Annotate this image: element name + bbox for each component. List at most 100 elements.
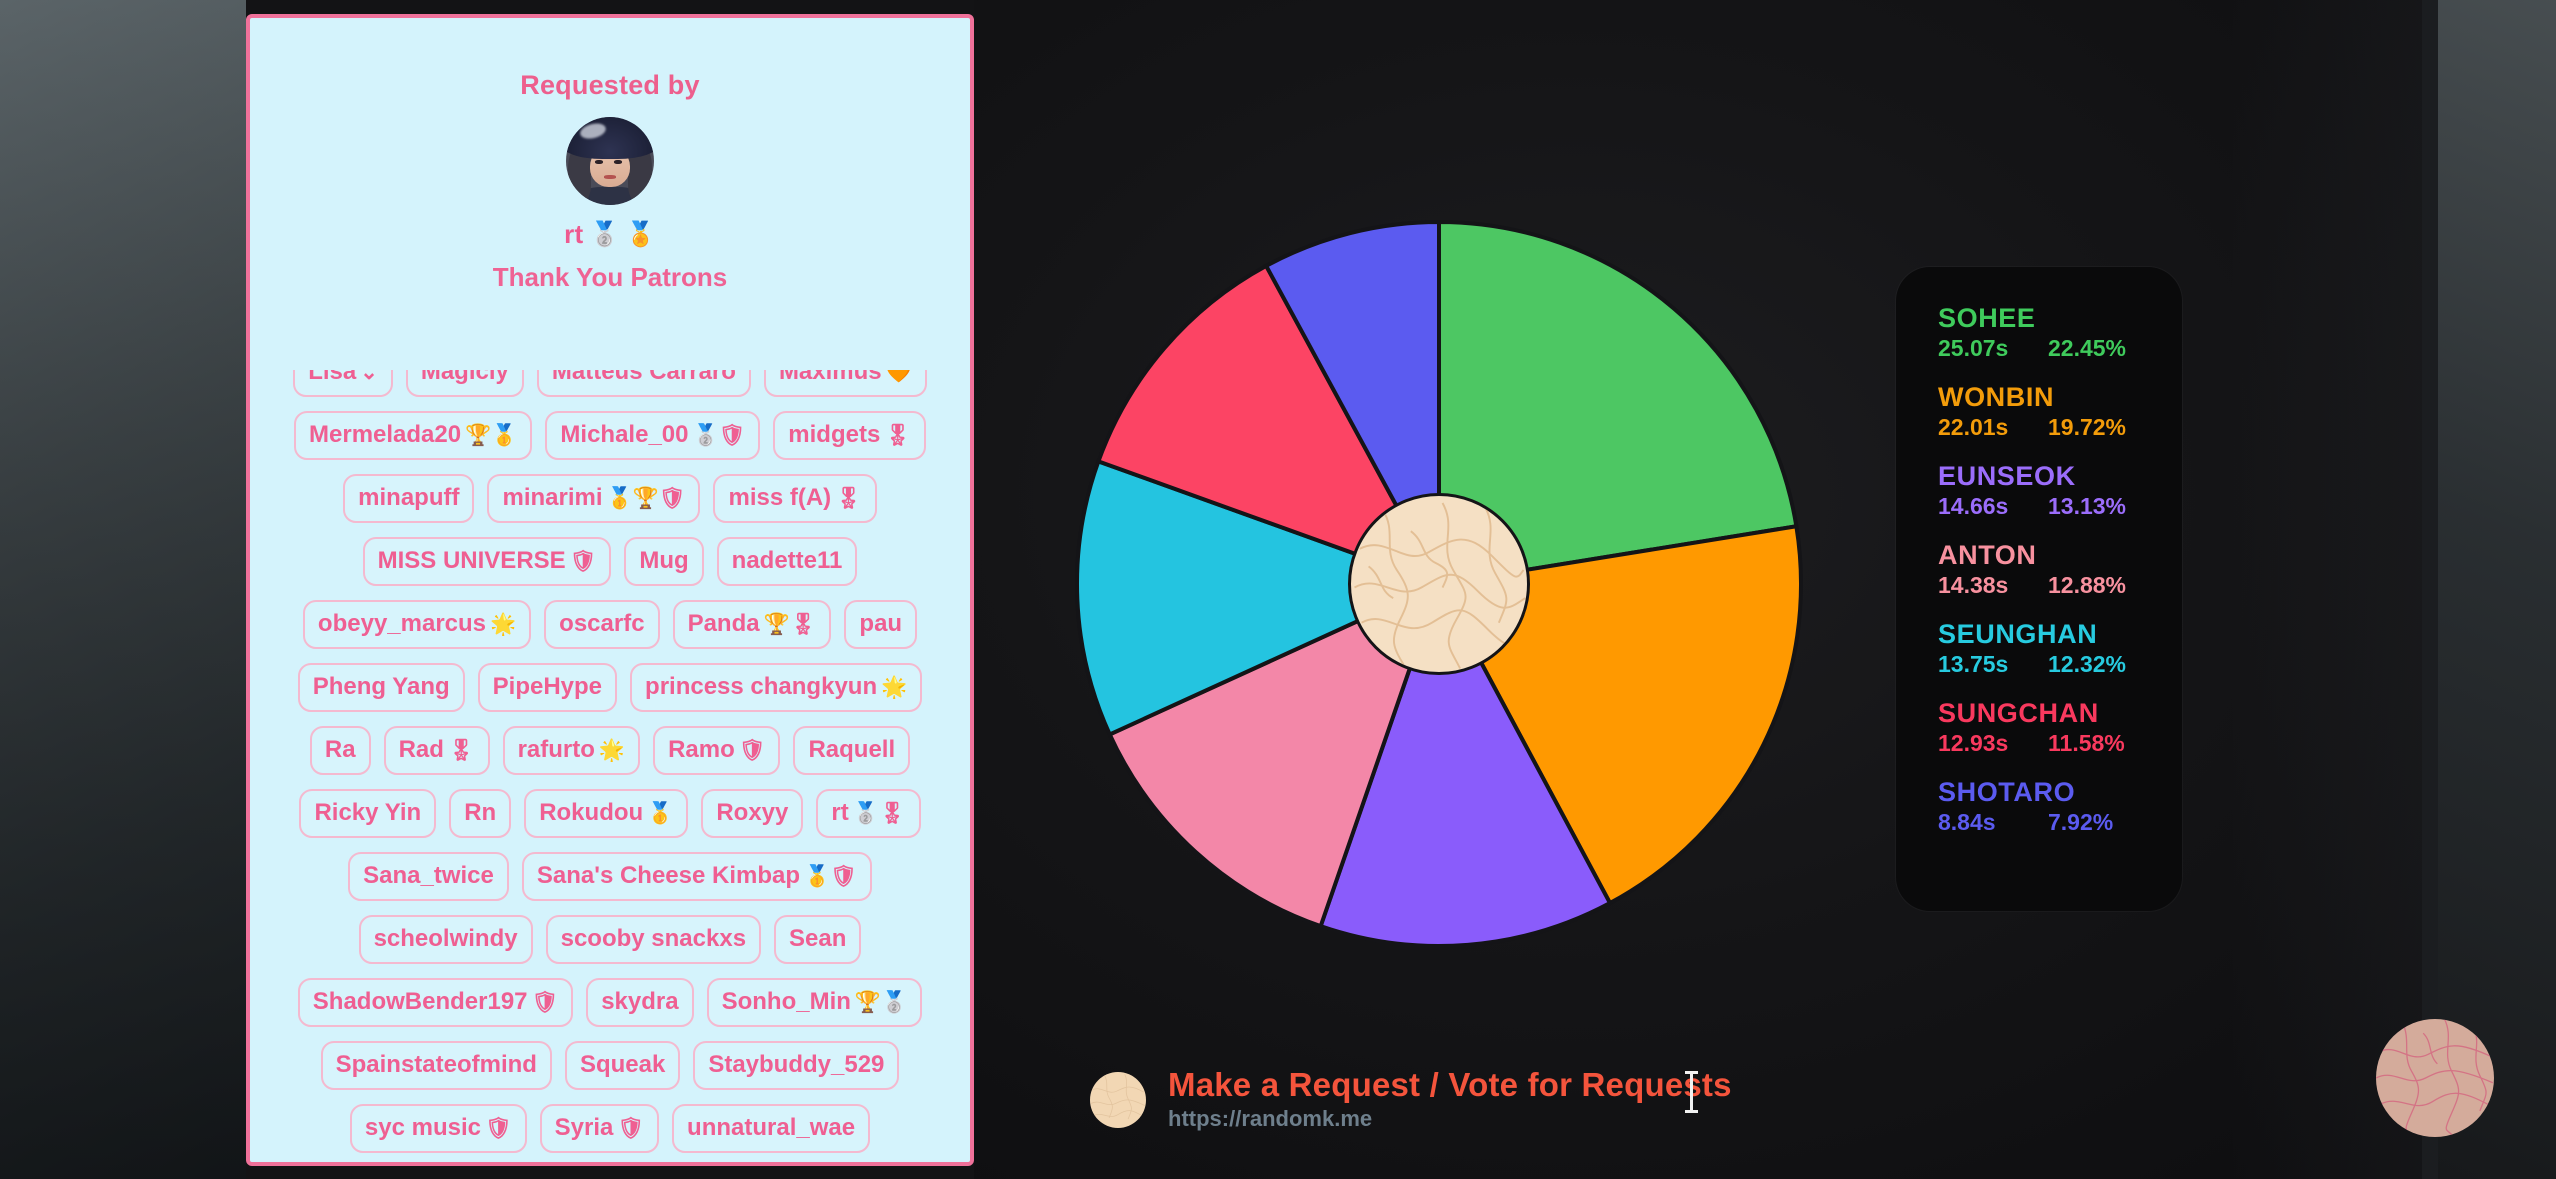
results-leaderboard: SOHEE 25.07s 22.45% WONBIN 22.01s 19.72% EUNSE… <box>1896 267 2182 911</box>
patron-chip-label: princess changkyun <box>645 673 878 700</box>
patron-chip[interactable]: Squeak <box>564 1041 681 1090</box>
patron-chip-label: Rad <box>398 736 444 763</box>
patron-chip[interactable]: Maximus 🧡 <box>763 370 927 397</box>
patron-chip[interactable]: Ra <box>309 726 371 775</box>
patron-chip[interactable]: Mug <box>624 537 704 586</box>
patron-chip[interactable]: minapuff <box>343 474 475 523</box>
footer-logo-icon <box>1090 1072 1146 1129</box>
patron-chip[interactable]: minarimi 🥇🏆🛡 <box>487 474 701 523</box>
patron-chip-label: Squeak <box>579 1051 666 1078</box>
patron-chip[interactable]: Ricky Yin <box>299 789 437 838</box>
leaderboard-name: SOHEE <box>1938 303 2036 333</box>
patron-chip[interactable]: Syria 🛡 <box>539 1104 660 1153</box>
patron-chip[interactable]: Ramo 🛡 <box>653 726 781 775</box>
patron-chip[interactable]: PipeHype <box>477 663 618 712</box>
leaderboard-time: 8.84s <box>1938 809 1996 836</box>
patron-chip-label: oscarfc <box>559 610 645 637</box>
patron-chip[interactable]: Mermelada20 🏆🥇 <box>294 411 533 460</box>
patron-badge-icon: 🛡 <box>484 1116 512 1140</box>
leaderboard-percent: 19.72% <box>2048 414 2127 441</box>
patron-chip[interactable]: nadette11 <box>716 537 858 586</box>
patron-badge-icon: 🏆🥇 <box>465 423 518 447</box>
patron-chip-label: obeyy_marcus <box>317 610 487 637</box>
patron-chip[interactable]: MISS UNIVERSE 🛡 <box>362 537 612 586</box>
leaderboard-percent: 12.32% <box>2048 651 2127 678</box>
patron-badge-icon: 🌟 <box>881 675 908 699</box>
patron-chip-label: Sana's Cheese Kimbap <box>536 862 801 889</box>
leaderboard-name: SUNGCHAN <box>1938 697 2099 728</box>
patron-badge-icon: 🥇 <box>647 801 674 825</box>
patron-chip[interactable]: Spainstateofmind <box>320 1041 552 1090</box>
patron-chip-label: MISS UNIVERSE <box>377 547 566 574</box>
spin-wheel[interactable] <box>1075 220 1803 948</box>
leaderboard-name: WONBIN <box>1938 381 2055 412</box>
patron-chip[interactable]: Rad 🎖 <box>383 726 490 775</box>
patron-chip[interactable]: oscarfc <box>544 600 660 649</box>
patron-chip[interactable]: Roxyy <box>701 789 804 838</box>
patron-chip-row: Lisa ⌄ Magiciy Matteus Carraro Maximus 🧡 <box>264 370 956 397</box>
patron-badge-icon: 🛡 <box>531 990 559 1014</box>
patron-chip-label: Ramo <box>668 736 735 763</box>
patron-chip-label: Spainstateofmind <box>335 1051 537 1078</box>
patron-chip-label: Panda <box>687 610 760 637</box>
patron-chip[interactable]: Rn <box>449 789 512 838</box>
patron-chip-label: Pheng Yang <box>312 673 450 700</box>
leaderboard-time: 14.38s <box>1938 572 2009 599</box>
right-divider-strip <box>2422 0 2438 1179</box>
avatar <box>566 117 654 205</box>
requester-name-row: rt 🥈 🏅 <box>266 219 954 250</box>
patron-chip-row: syc music 🛡 Syria 🛡 unnatural_wae <box>264 1104 956 1153</box>
patron-badge-icon: 🎖 <box>447 738 475 762</box>
patron-chip[interactable]: Matteus Carraro <box>536 370 751 397</box>
patron-chip[interactable]: Staybuddy_529 <box>693 1041 900 1090</box>
patron-chip[interactable]: Panda 🏆🎖 <box>672 600 832 649</box>
patron-chip[interactable]: Sana's Cheese Kimbap 🥇🛡 <box>521 852 872 901</box>
patron-chip-label: miss f(A) <box>728 484 832 511</box>
patron-chip[interactable]: rt 🥈🎖 <box>816 789 921 838</box>
patron-chip[interactable]: Sean <box>774 915 862 964</box>
patron-chip-label: Magiciy <box>420 370 509 385</box>
patron-chip[interactable]: unnatural_wae <box>672 1104 871 1153</box>
patron-chip-label: ShadowBender197 <box>312 988 528 1015</box>
footer-cta[interactable]: Make a Request / Vote for Requests https… <box>1090 1067 1732 1133</box>
patron-chip[interactable]: ShadowBender197 🛡 <box>297 978 574 1027</box>
patron-chip[interactable]: Sana_twice <box>348 852 509 901</box>
patron-chip[interactable]: obeyy_marcus 🌟 <box>302 600 532 649</box>
patron-chip[interactable]: skydra <box>586 978 694 1027</box>
patron-chip[interactable]: Magiciy <box>405 370 524 397</box>
patron-chip-label: pau <box>859 610 903 637</box>
patron-chip[interactable]: princess changkyun 🌟 <box>630 663 923 712</box>
patron-chip[interactable]: scooby snackxs <box>545 915 762 964</box>
patron-chip[interactable]: Raquell <box>793 726 911 775</box>
patron-chip-label: Rokudou <box>539 799 644 826</box>
patron-chip-row: Sana_twice Sana's Cheese Kimbap 🥇🛡 <box>264 852 956 901</box>
leaderboard-stats: 14.38s 12.88% <box>1938 571 2182 600</box>
patron-chip-label: Ricky Yin <box>314 799 422 826</box>
patron-chip-label: syc music <box>364 1114 481 1141</box>
patron-chip[interactable]: Sonho_Min 🏆🥈 <box>706 978 923 1027</box>
patron-chip-row: Mermelada20 🏆🥇 Michale_00 🥈🛡 midgets 🎖 <box>264 411 956 460</box>
patron-chip[interactable]: Michale_00 🥈🛡 <box>545 411 761 460</box>
footer-url[interactable]: https://randomk.me <box>1168 1105 1732 1133</box>
patron-chip[interactable]: miss f(A) 🎖 <box>713 474 877 523</box>
leaderboard-time: 25.07s <box>1938 335 2009 362</box>
leaderboard-percent: 13.13% <box>2048 493 2127 520</box>
patron-chip[interactable]: midgets 🎖 <box>773 411 926 460</box>
patron-chip-label: Sonho_Min <box>721 988 851 1015</box>
patron-badge-icon: 🛡 <box>569 549 597 573</box>
patron-chip[interactable]: Lisa ⌄ <box>293 370 393 397</box>
requester-name: rt <box>564 219 584 249</box>
leaderboard-stats: 25.07s 22.45% <box>1938 334 2182 363</box>
patron-chip[interactable]: Rokudou 🥇 <box>524 789 689 838</box>
patron-chip[interactable]: scheolwindy <box>358 915 533 964</box>
patron-chip[interactable]: pau <box>844 600 918 649</box>
patron-badge-icon: 🧡 <box>885 370 912 384</box>
patron-chip-label: PipeHype <box>492 673 603 700</box>
patron-badge-icon: 🥈🎖 <box>852 801 906 825</box>
patron-chip[interactable]: Pheng Yang <box>297 663 465 712</box>
patron-chip-label: nadette11 <box>731 547 843 574</box>
patron-chip[interactable]: syc music 🛡 <box>349 1104 527 1153</box>
patron-badge-icon: 🌟 <box>598 738 626 762</box>
patron-chip[interactable]: rafurto 🌟 <box>502 726 641 775</box>
patron-chip-list[interactable]: Lisa ⌄ Magiciy Matteus Carraro Maximus 🧡 Merme… <box>264 370 956 1162</box>
